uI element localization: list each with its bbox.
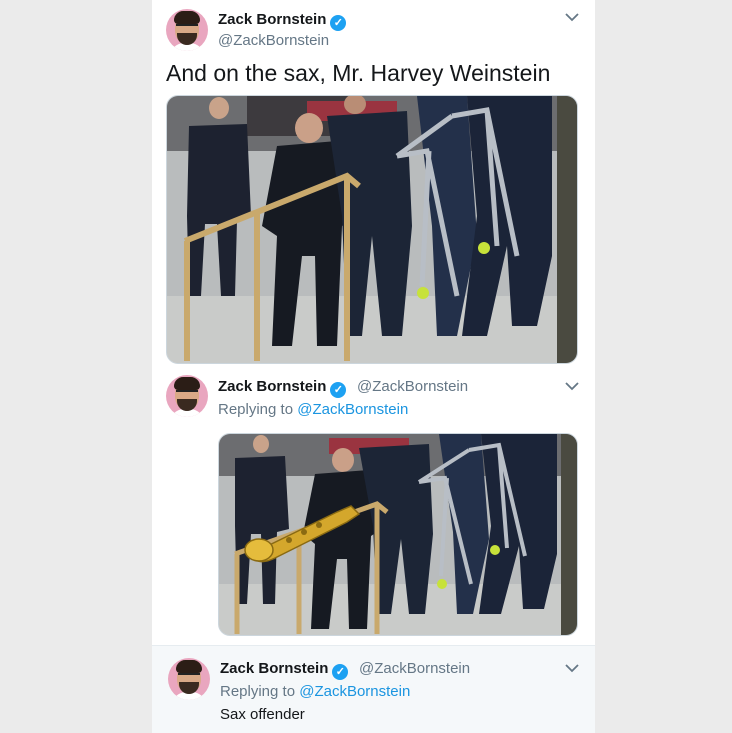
avatar-hair [174,377,200,390]
replying-to-link[interactable]: @ZackBornstein [297,401,408,418]
tweet-1[interactable]: Zack Bornstein ✓ @ZackBornstein And on th… [152,0,595,373]
replying-to-label: Replying to [220,683,296,700]
avatar-glasses [178,673,200,681]
author-handle[interactable]: @ZackBornstein [357,378,468,395]
replying-to-link[interactable]: @ZackBornstein [299,683,410,700]
photo-illustration [219,434,577,635]
avatar[interactable] [168,658,210,700]
verified-badge-icon: ✓ [330,15,347,31]
chevron-down-icon[interactable] [563,661,581,675]
author-name[interactable]: Zack Bornstein ✓ [218,378,347,398]
replying-to-label: Replying to [218,401,294,418]
tweet-text: Sax offender [220,706,305,723]
tweet-text: And on the sax, Mr. Harvey Weinstein [166,60,551,86]
author-name-text[interactable]: Zack Bornstein [220,660,328,677]
avatar-hair [176,660,202,673]
replying-to: Replying to @ZackBornstein [218,401,408,418]
tweet-3[interactable]: Zack Bornstein ✓ @ZackBornstein Replying … [152,645,595,733]
tweet-2[interactable]: Zack Bornstein ✓ @ZackBornstein Replying … [152,373,595,645]
verified-badge-icon: ✓ [332,664,349,680]
verified-badge-icon: ✓ [330,382,347,398]
author-name-text[interactable]: Zack Bornstein [218,378,326,395]
tweet-photo[interactable] [166,95,578,364]
replying-to: Replying to @ZackBornstein [220,683,410,700]
avatar[interactable] [166,375,208,417]
avatar-glasses [176,24,198,32]
avatar[interactable] [166,9,208,51]
author-handle[interactable]: @ZackBornstein [218,32,329,49]
tweet-photo[interactable] [218,433,578,636]
author-handle[interactable]: @ZackBornstein [359,660,470,677]
author-name[interactable]: Zack Bornstein ✓ [218,11,347,31]
photo-illustration [167,96,577,363]
author-name-text[interactable]: Zack Bornstein [218,11,326,28]
avatar-hair [174,11,200,24]
chevron-down-icon[interactable] [563,379,581,393]
avatar-glasses [176,390,198,398]
chevron-down-icon[interactable] [563,10,581,24]
author-name[interactable]: Zack Bornstein ✓ [220,660,349,680]
